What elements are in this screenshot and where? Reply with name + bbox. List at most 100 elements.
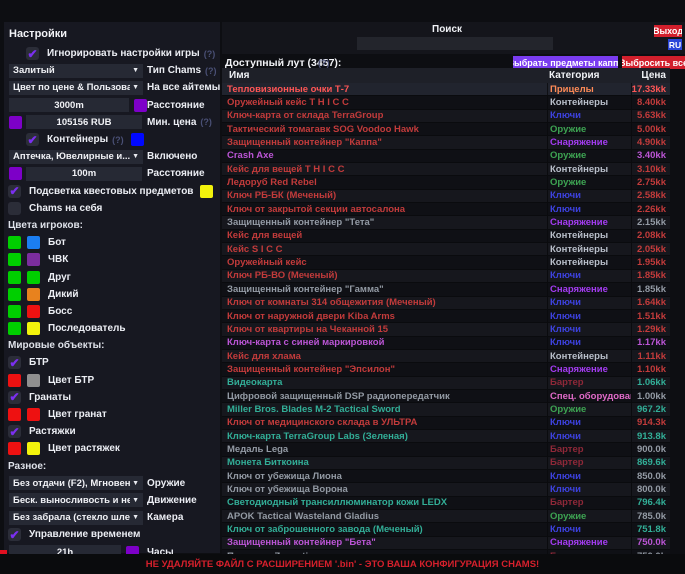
color-swatch[interactable] xyxy=(9,167,22,180)
checkbox[interactable]: ✔ xyxy=(8,185,21,198)
loot-row[interactable]: Кейс для хламаКонтейнеры1.11kk xyxy=(222,350,670,363)
dropdown[interactable]: Залитый▼ xyxy=(9,64,143,78)
dropdown[interactable]: Аптечка, Ювелирные и...▼ xyxy=(9,150,143,164)
checkbox[interactable]: ✔ xyxy=(8,425,21,438)
settings-row: ✔Подсветка квестовых предметов xyxy=(4,183,220,200)
color-swatch[interactable] xyxy=(8,236,21,249)
loot-row[interactable]: ВидеокартаБартер1.06kk xyxy=(222,377,670,390)
loot-row[interactable]: Кейс для вещейКонтейнеры2.08kk xyxy=(222,230,670,243)
color-swatch[interactable] xyxy=(27,408,40,421)
color-swatch[interactable] xyxy=(8,442,21,455)
loot-row[interactable]: Ключ от убежища ЛионаКлючи850.0k xyxy=(222,470,670,483)
loot-row[interactable]: Цифровой защищенный DSP радиопередатчикС… xyxy=(222,390,670,403)
checkbox[interactable]: ✔ xyxy=(8,391,21,404)
color-swatch[interactable] xyxy=(27,442,40,455)
loot-row[interactable]: Защищенный контейнер "Тета"Снаряжение2.1… xyxy=(222,216,670,229)
loot-row[interactable]: Оружейный кейсКонтейнеры1.95kk xyxy=(222,256,670,269)
loot-row[interactable]: Ключ от квартиры на Чеканной 15Ключи1.29… xyxy=(222,323,670,336)
dropdown[interactable]: Без отдачи (F2), Мгновенное п▼ xyxy=(9,476,143,490)
search-input[interactable] xyxy=(357,37,553,50)
loot-row[interactable]: APOK Tactical Wasteland GladiusОружие785… xyxy=(222,510,670,523)
value-input[interactable]: 3000m xyxy=(9,98,129,112)
color-swatch[interactable] xyxy=(8,305,21,318)
loot-row[interactable]: Защищенный контейнер "Гамма"Снаряжение1.… xyxy=(222,283,670,296)
loot-row[interactable]: Светодиодный трансиллюминатор кожи LEDXБ… xyxy=(222,497,670,510)
color-swatch[interactable] xyxy=(8,374,21,387)
color-swatch[interactable] xyxy=(27,288,40,301)
color-swatch[interactable] xyxy=(8,408,21,421)
help-icon[interactable]: (?) xyxy=(204,49,216,59)
loot-row[interactable]: Ключ от заброшенного завода (Меченый)Клю… xyxy=(222,523,670,536)
loot-row[interactable]: Оружейный кейс T H I C CКонтейнеры8.40kk xyxy=(222,96,670,109)
settings-row: ✔Игнорировать настройки игры(?) xyxy=(4,45,220,62)
loot-row[interactable]: Ключ РБ-ВО (Меченый)Ключи1.85kk xyxy=(222,270,670,283)
help-icon[interactable]: (?) xyxy=(205,66,217,76)
loot-row[interactable]: Монета БиткоинаБартер869.6k xyxy=(222,457,670,470)
color-swatch[interactable] xyxy=(8,253,21,266)
color-swatch[interactable] xyxy=(131,133,144,146)
color-swatch[interactable] xyxy=(27,374,40,387)
color-swatch[interactable] xyxy=(8,271,21,284)
item-price: 1.95kk xyxy=(631,256,670,268)
loot-row[interactable]: Ключ РБ-БК (Меченый)Ключи2.58kk xyxy=(222,190,670,203)
checkbox-label: Управление временем xyxy=(29,529,140,540)
loot-row[interactable]: Ключ от комнаты 314 общежития (Меченый)К… xyxy=(222,297,670,310)
loot-row[interactable]: Ледоруб Red RebelОружие2.75kk xyxy=(222,176,670,189)
loot-row[interactable]: Защищенный контейнер "Бета"Снаряжение750… xyxy=(222,537,670,550)
language-button[interactable]: RU xyxy=(668,39,682,50)
loot-row[interactable]: Ключ от закрытой секции автосалонаКлючи2… xyxy=(222,203,670,216)
color-swatch[interactable] xyxy=(8,322,21,335)
loot-row[interactable]: Ключ-карта от склада TerraGroupКлючи5.63… xyxy=(222,110,670,123)
dropdown-label: Движение xyxy=(147,495,197,506)
color-swatch[interactable] xyxy=(134,99,147,112)
checkbox[interactable]: ✔ xyxy=(26,47,39,60)
dropdown[interactable]: Без забрала (стекло шлема)▼ xyxy=(9,511,143,525)
loot-row[interactable]: Защищенный контейнер "Эпсилон"Снаряжение… xyxy=(222,363,670,376)
loot-row[interactable]: Тактический томагавк SOG Voodoo HawkОруж… xyxy=(222,123,670,136)
item-name: Ключ от наружной двери Kiba Arms xyxy=(222,311,547,322)
color-swatch[interactable] xyxy=(27,305,40,318)
color-swatch[interactable] xyxy=(27,271,40,284)
column-category[interactable]: Категория xyxy=(547,70,631,81)
loot-help-icon[interactable]: (?) xyxy=(318,58,330,68)
dropdown[interactable]: Цвет по цене & Пользователь▼ xyxy=(9,81,143,95)
value-input[interactable]: 100m xyxy=(26,167,142,181)
loot-row[interactable]: Ключ-карта TerraGroup Labs (Зеленая)Ключ… xyxy=(222,430,670,443)
label-col: Мин. цена(?) xyxy=(147,117,212,128)
item-category: Ключи xyxy=(547,190,631,202)
value-input[interactable]: 105156 RUB xyxy=(26,115,142,129)
help-icon[interactable]: (?) xyxy=(200,117,212,127)
loot-row[interactable]: Miller Bros. Blades M-2 Tactical SwordОр… xyxy=(222,403,670,416)
settings-title: Настройки xyxy=(9,28,220,40)
item-category: Бартер xyxy=(547,377,631,389)
item-price: 4.90kk xyxy=(631,136,670,148)
loot-row[interactable]: Медаль LegaБартер900.0k xyxy=(222,443,670,456)
loot-row[interactable]: Ключ от медицинского склада в УЛЬТРАКлюч… xyxy=(222,417,670,430)
loot-row[interactable]: Ключ от убежища ВоронаКлючи800.0k xyxy=(222,483,670,496)
color-swatch[interactable] xyxy=(8,288,21,301)
item-category: Контейнеры xyxy=(547,256,631,268)
loot-row[interactable]: Кейс S I C CКонтейнеры2.05kk xyxy=(222,243,670,256)
item-price: 1.17kk xyxy=(631,337,670,349)
color-swatch[interactable] xyxy=(27,322,40,335)
color-swatch[interactable] xyxy=(200,185,213,198)
loot-row[interactable]: Защищенный контейнер "Каппа"Снаряжение4.… xyxy=(222,136,670,149)
color-swatch[interactable] xyxy=(27,236,40,249)
dropdown[interactable]: Беск. выносливость и нет уста▼ xyxy=(9,493,143,507)
column-name[interactable]: Имя xyxy=(222,70,547,81)
loot-row[interactable]: Crash AxeОружие3.40kk xyxy=(222,150,670,163)
checkbox[interactable]: ✔ xyxy=(8,356,21,369)
checkbox[interactable]: ✔ xyxy=(8,528,21,541)
loot-row[interactable]: Ключ-карта с синей маркировкойКлючи1.17k… xyxy=(222,337,670,350)
checkbox[interactable] xyxy=(8,202,21,215)
loot-row[interactable]: Ключ от наружной двери Kiba ArmsКлючи1.5… xyxy=(222,310,670,323)
exit-button[interactable]: Выход xyxy=(654,25,682,37)
loot-row[interactable]: Кейс для вещей T H I C CКонтейнеры3.10kk xyxy=(222,163,670,176)
color-swatch[interactable] xyxy=(27,253,40,266)
loot-row[interactable]: Тепловизионные очки Т-7Прицелы17.33kk xyxy=(222,83,670,96)
checkbox[interactable]: ✔ xyxy=(26,133,39,146)
column-price[interactable]: Цена xyxy=(631,70,670,81)
help-icon[interactable]: (?) xyxy=(112,135,124,145)
dropdown-label: Оружие xyxy=(147,478,185,489)
color-swatch[interactable] xyxy=(9,116,22,129)
